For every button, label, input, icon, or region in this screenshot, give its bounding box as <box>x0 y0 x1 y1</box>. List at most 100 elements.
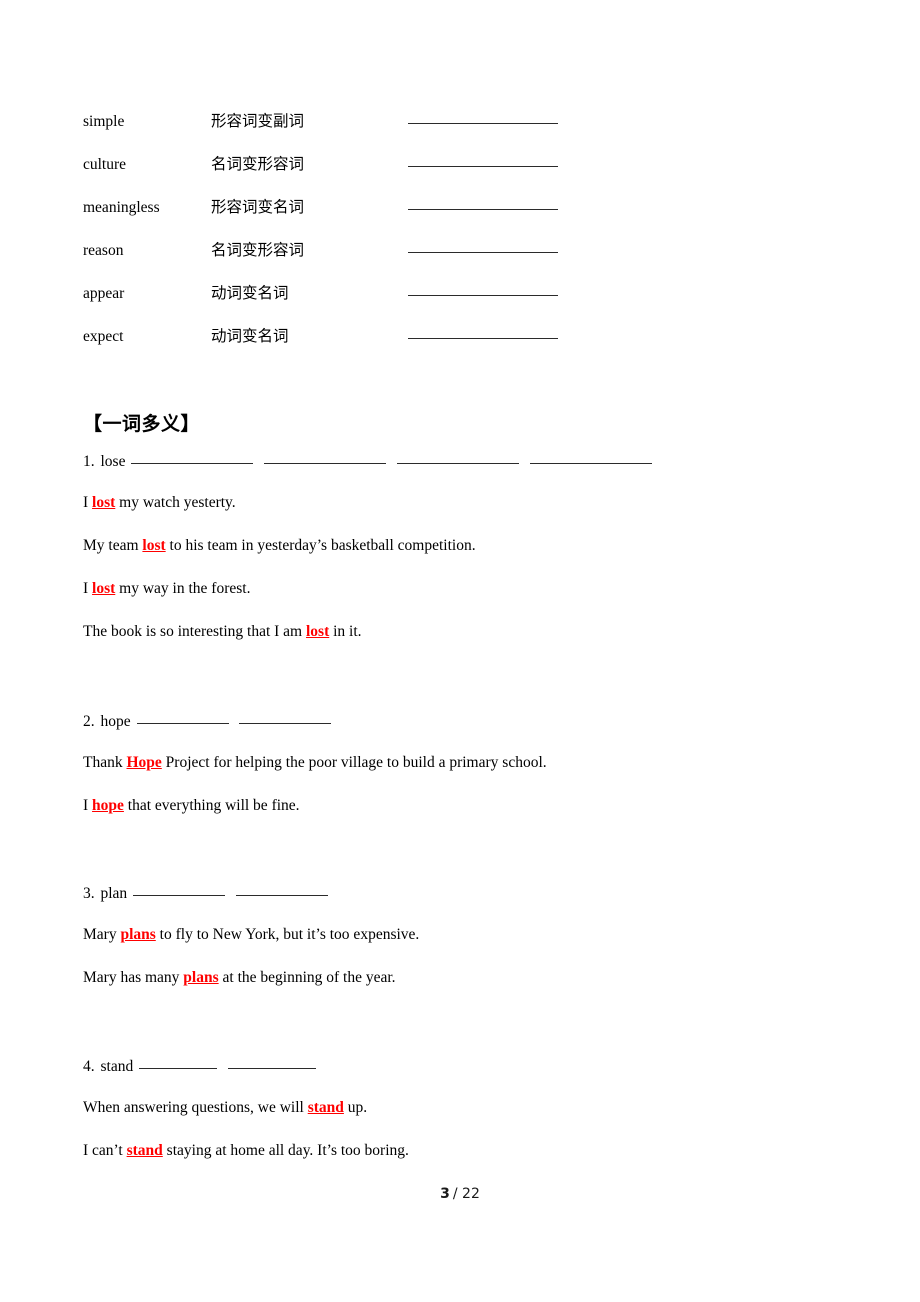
sentence-prefix: I <box>83 797 93 814</box>
example-sentence: Mary has many plans at the beginning of … <box>83 968 419 988</box>
highlighted-word: lost <box>306 623 330 640</box>
polysemy-item-header: 4. stand <box>83 1057 409 1077</box>
meaning-blank-line[interactable] <box>264 463 387 464</box>
highlighted-word: plans <box>120 926 156 943</box>
sentence-suffix: in it. <box>329 623 362 640</box>
sentence-suffix: to his team in yesterday’s basketball co… <box>165 537 476 554</box>
highlighted-word: lost <box>92 580 116 597</box>
rule-cell: 动词变名词 <box>211 284 289 302</box>
word-cell: appear <box>83 285 125 302</box>
sentence-prefix: Mary <box>83 926 121 943</box>
polysemy-item-stand: 4. stand When answering questions, we wi… <box>83 1057 409 1161</box>
table-row: meaningless 形容词变名词 <box>83 198 703 241</box>
sentence-suffix: my watch yesterty. <box>115 494 236 511</box>
rule-cell: 形容词变副词 <box>211 112 305 130</box>
polysemy-item-header: 1. lose <box>83 452 659 472</box>
sentence-suffix: up. <box>343 1099 368 1116</box>
word-cell: culture <box>83 156 127 173</box>
sentence-suffix: my way in the forest. <box>115 580 251 597</box>
sentence-prefix: Mary has many <box>83 969 184 986</box>
footer-page-total: / 22 <box>452 1186 480 1202</box>
word-transformation-body: simple 形容词变副词 culture 名词变形容词 meaningless… <box>83 112 703 370</box>
answer-cell <box>408 198 703 241</box>
rule-cell: 名词变形容词 <box>211 155 305 173</box>
answer-blank-line[interactable] <box>408 295 558 296</box>
table-row: reason 名词变形容词 <box>83 241 703 284</box>
item-word: stand <box>100 1058 134 1075</box>
meaning-blank-line[interactable] <box>397 463 520 464</box>
sentence-prefix: My team <box>83 537 143 554</box>
table-row: simple 形容词变副词 <box>83 112 703 155</box>
highlighted-word: plans <box>183 969 219 986</box>
word-cell: simple <box>83 113 125 130</box>
table-row: culture 名词变形容词 <box>83 155 703 198</box>
meaning-blank-line[interactable] <box>235 895 328 896</box>
meaning-blank-line[interactable] <box>136 723 229 724</box>
sentence-prefix: I can’t <box>83 1142 127 1159</box>
page-footer: 3/ 22 <box>0 1186 920 1202</box>
document-page: simple 形容词变副词 culture 名词变形容词 meaningless… <box>0 0 920 1302</box>
answer-cell <box>408 241 703 284</box>
table-row: appear 动词变名词 <box>83 284 703 327</box>
answer-blank-line[interactable] <box>408 166 558 167</box>
polysemy-item-lose: 1. lose I lost my watch yesterty. My tea… <box>83 452 659 642</box>
highlighted-word: hope <box>92 797 124 814</box>
polysemy-item-hope: 2. hope Thank Hope Project for helping t… <box>83 712 547 816</box>
polysemy-section-heading: 【一词多义】 <box>83 413 201 435</box>
item-word: hope <box>100 713 131 730</box>
highlighted-word: stand <box>307 1099 344 1116</box>
example-sentence: I hope that everything will be fine. <box>83 796 547 816</box>
example-sentence: My team lost to his team in yesterday’s … <box>83 536 659 556</box>
example-sentence: I lost my watch yesterty. <box>83 493 659 513</box>
answer-cell <box>408 155 703 198</box>
answer-blank-line[interactable] <box>408 123 558 124</box>
sentence-suffix: staying at home all day. It’s too boring… <box>162 1142 409 1159</box>
item-number: 1. <box>83 453 95 470</box>
word-cell: expect <box>83 328 124 345</box>
highlighted-word: lost <box>142 537 166 554</box>
highlighted-word: stand <box>126 1142 163 1159</box>
word-transformation-table: simple 形容词变副词 culture 名词变形容词 meaningless… <box>83 112 703 370</box>
rule-cell: 形容词变名词 <box>211 198 305 216</box>
table-row: expect 动词变名词 <box>83 327 703 370</box>
answer-blank-line[interactable] <box>408 338 558 339</box>
meaning-blank-line[interactable] <box>133 895 226 896</box>
item-number: 2. <box>83 713 95 730</box>
rule-cell: 名词变形容词 <box>211 241 305 259</box>
answer-blank-line[interactable] <box>408 209 558 210</box>
meaning-blank-line[interactable] <box>529 463 652 464</box>
sentence-prefix: I <box>83 494 93 511</box>
item-word: lose <box>100 453 126 470</box>
answer-cell <box>408 112 703 155</box>
word-cell: meaningless <box>83 199 160 216</box>
footer-page-number: 3 <box>440 1186 450 1202</box>
item-number: 3. <box>83 885 95 902</box>
highlighted-word: Hope <box>126 754 162 771</box>
sentence-suffix: that everything will be fine. <box>123 797 300 814</box>
sentence-suffix: Project for helping the poor village to … <box>161 754 547 771</box>
sentence-prefix: The book is so interesting that I am <box>83 623 306 640</box>
polysemy-item-plan: 3. plan Mary plans to fly to New York, b… <box>83 884 419 988</box>
item-number: 4. <box>83 1058 95 1075</box>
meaning-blank-line[interactable] <box>139 1068 218 1069</box>
word-cell: reason <box>83 242 124 259</box>
sentence-suffix: to fly to New York, but it’s too expensi… <box>155 926 420 943</box>
answer-blank-line[interactable] <box>408 252 558 253</box>
meaning-blank-line[interactable] <box>131 463 254 464</box>
highlighted-word: lost <box>92 494 116 511</box>
meaning-blank-line[interactable] <box>227 1068 316 1069</box>
example-sentence: Mary plans to fly to New York, but it’s … <box>83 925 419 945</box>
answer-cell <box>408 327 703 370</box>
polysemy-item-header: 2. hope <box>83 712 547 732</box>
example-sentence: Thank Hope Project for helping the poor … <box>83 753 547 773</box>
rule-cell: 动词变名词 <box>211 327 289 345</box>
meaning-blank-line[interactable] <box>239 723 332 724</box>
sentence-suffix: at the beginning of the year. <box>218 969 396 986</box>
sentence-prefix: I <box>83 580 93 597</box>
example-sentence: I can’t stand staying at home all day. I… <box>83 1141 409 1161</box>
example-sentence: The book is so interesting that I am los… <box>83 622 659 642</box>
example-sentence: I lost my way in the forest. <box>83 579 659 599</box>
polysemy-item-header: 3. plan <box>83 884 419 904</box>
item-word: plan <box>100 885 128 902</box>
sentence-prefix: Thank <box>83 754 127 771</box>
